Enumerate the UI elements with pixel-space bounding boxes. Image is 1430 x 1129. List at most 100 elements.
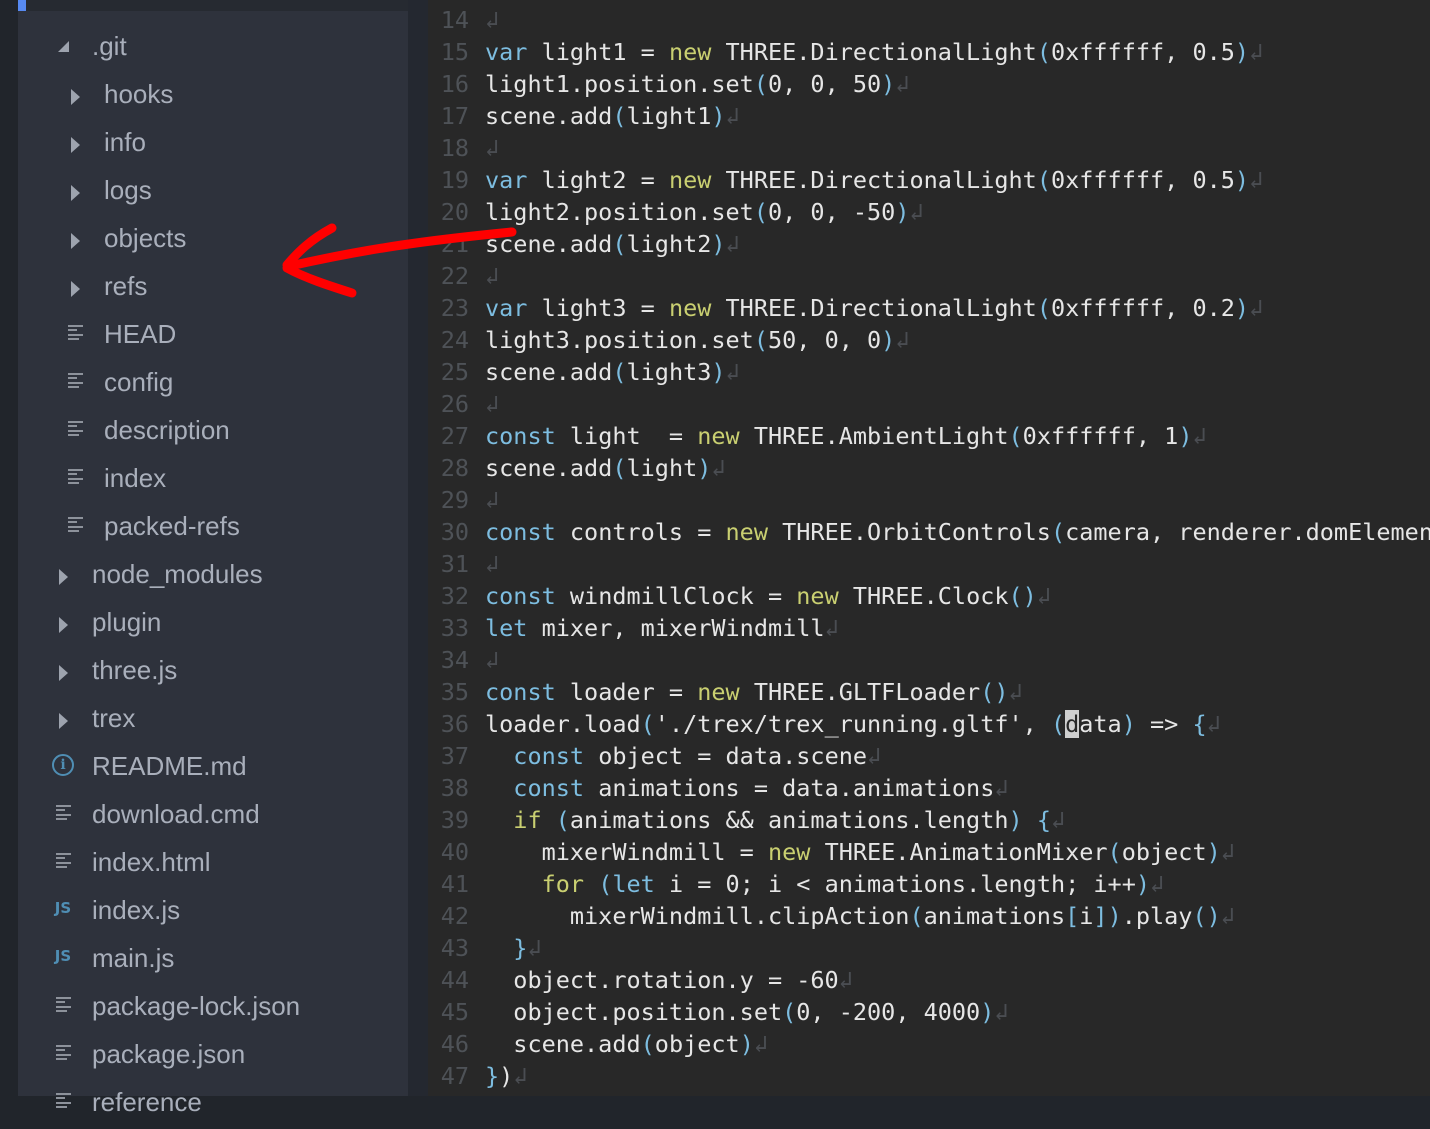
chevron-right-icon[interactable] [64, 121, 86, 169]
code-line[interactable]: 21 scene.add(light2)↲ [428, 228, 1430, 260]
code-token: light2 = [527, 166, 669, 194]
code-token: var [485, 294, 528, 322]
line-number: 30 [440, 518, 469, 546]
tree-item-config[interactable]: config [18, 361, 408, 409]
code-line[interactable]: 17 scene.add(light1)↲ [428, 100, 1430, 132]
code-line[interactable]: 39 if (animations && animations.length) … [428, 804, 1430, 836]
sidebar-divider[interactable] [408, 0, 428, 1096]
end-of-line-icon: ↲ [1050, 806, 1066, 834]
code-token: ) [881, 70, 896, 98]
code-line[interactable]: 25 scene.add(light3)↲ [428, 356, 1430, 388]
code-text: mixerWindmill.clipAction(animations[i]).… [485, 900, 1235, 932]
end-of-line-icon: ↲ [1249, 38, 1264, 66]
code-line[interactable]: 29 ↲ [428, 484, 1430, 516]
code-line[interactable]: 42 mixerWindmill.clipAction(animations[i… [428, 900, 1430, 932]
code-line[interactable]: 24 light3.position.set(50, 0, 0)↲ [428, 324, 1430, 356]
line-number: 26 [440, 390, 469, 418]
tree-item-plugin[interactable]: plugin [18, 601, 408, 649]
tree-item-label: index [104, 463, 167, 493]
code-editor[interactable]: 14 ↲ 15 var light1 = new THREE.DirectionalL… [428, 0, 1430, 1096]
code-line[interactable]: 36 loader.load('./trex/trex_running.gltf'… [428, 708, 1430, 740]
code-line[interactable]: 14 ↲ [428, 4, 1430, 36]
tree-item-info[interactable]: info [18, 121, 408, 169]
line-number: 16 [440, 70, 469, 98]
code-line[interactable]: 16 light1.position.set(0, 0, 50)↲ [428, 68, 1430, 100]
code-text: scene.add(light)↲ [485, 452, 726, 484]
tree-item-package-lock-json[interactable]: package-lock.json [18, 985, 408, 1033]
chevron-down-icon[interactable] [52, 25, 74, 73]
tree-item-package-json[interactable]: package.json [18, 1033, 408, 1081]
code-line[interactable]: 43 }↲ [428, 932, 1430, 964]
code-token: ( [598, 870, 613, 898]
code-line[interactable]: 44 object.rotation.y = -60↲ [428, 964, 1430, 996]
tree-item-description[interactable]: description [18, 409, 408, 457]
code-line[interactable]: 31 ↲ [428, 548, 1430, 580]
tree-item-three-js[interactable]: three.js [18, 649, 408, 697]
code-token: mixerWindmill.clipAction [485, 902, 910, 930]
code-line[interactable]: 40 mixerWindmill = new THREE.AnimationMi… [428, 836, 1430, 868]
code-token: ) [1107, 902, 1122, 930]
code-token: windmillClock = [555, 582, 797, 610]
code-token: new [725, 518, 768, 546]
tree-item-git[interactable]: .git [18, 25, 408, 73]
chevron-right-icon[interactable] [52, 553, 74, 601]
tree-item-label: HEAD [104, 319, 177, 349]
code-line[interactable]: 22 ↲ [428, 260, 1430, 292]
tree-item-main-js[interactable]: JS main.js [18, 937, 408, 985]
code-text: scene.add(light1)↲ [485, 100, 740, 132]
tree-item-hooks[interactable]: hooks [18, 73, 408, 121]
code-line[interactable]: 47})↲ [428, 1060, 1430, 1092]
line-number: 43 [440, 934, 469, 962]
tree-item-packed-refs[interactable]: packed-refs [18, 505, 408, 553]
code-line[interactable]: 15 var light1 = new THREE.DirectionalLigh… [428, 36, 1430, 68]
chevron-right-icon[interactable] [52, 697, 74, 745]
code-line[interactable]: 35 const loader = new THREE.GLTFLoader()↲ [428, 676, 1430, 708]
code-line[interactable]: 41 for (let i = 0; i < animations.length… [428, 868, 1430, 900]
code-line[interactable]: 20 light2.position.set(0, 0, -50)↲ [428, 196, 1430, 228]
code-line[interactable]: 37 const object = data.scene↲ [428, 740, 1430, 772]
tree-item-index-html[interactable]: index.html [18, 841, 408, 889]
chevron-right-icon[interactable] [64, 169, 86, 217]
code-text: loader.load('./trex/trex_running.gltf', … [485, 708, 1221, 740]
tree-item-label: main.js [92, 943, 175, 973]
tree-item-node-modules[interactable]: node_modules [18, 553, 408, 601]
end-of-line-icon: ↲ [1220, 902, 1235, 930]
tree-item-reference[interactable]: reference [18, 1081, 408, 1129]
chevron-right-icon[interactable] [64, 217, 86, 265]
code-token: light3 = [527, 294, 669, 322]
tree-item-refs[interactable]: refs [18, 265, 408, 313]
tree-item-index-js[interactable]: JS index.js [18, 889, 408, 937]
line-number: 42 [440, 902, 469, 930]
tree-item-objects[interactable]: objects [18, 217, 408, 265]
code-text: scene.add(light2)↲ [485, 228, 740, 260]
code-line[interactable]: 38 const animations = data.animations↲ [428, 772, 1430, 804]
code-line[interactable]: 32 const windmillClock = new THREE.Clock(… [428, 580, 1430, 612]
code-token: } [513, 934, 528, 962]
code-token: THREE.DirectionalLight [711, 166, 1037, 194]
code-line[interactable]: 33 let mixer, mixerWindmill↲ [428, 612, 1430, 644]
code-text: ↲ [485, 644, 499, 676]
chevron-right-icon[interactable] [64, 73, 86, 121]
code-token: light = [555, 422, 698, 450]
chevron-right-icon[interactable] [52, 649, 74, 697]
code-line[interactable]: 19 var light2 = new THREE.DirectionalLigh… [428, 164, 1430, 196]
code-line[interactable]: 26 ↲ [428, 388, 1430, 420]
code-line[interactable]: 46 scene.add(object)↲ [428, 1028, 1430, 1060]
tree-item-download-cmd[interactable]: download.cmd [18, 793, 408, 841]
code-token: ] [1093, 902, 1108, 930]
tree-item-readme-md[interactable]: i README.md [18, 745, 408, 793]
code-line[interactable]: 18 ↲ [428, 132, 1430, 164]
tree-item-trex[interactable]: trex [18, 697, 408, 745]
tree-item-head[interactable]: HEAD [18, 313, 408, 361]
code-line[interactable]: 23 var light3 = new THREE.DirectionalLigh… [428, 292, 1430, 324]
code-line[interactable]: 28 scene.add(light)↲ [428, 452, 1430, 484]
tree-item-logs[interactable]: logs [18, 169, 408, 217]
tree-item-index[interactable]: index [18, 457, 408, 505]
chevron-right-icon[interactable] [64, 265, 86, 313]
code-line[interactable]: 30 const controls = new THREE.OrbitContro… [428, 516, 1430, 548]
chevron-right-icon[interactable] [52, 601, 74, 649]
code-line[interactable]: 45 object.position.set(0, -200, 4000)↲ [428, 996, 1430, 1028]
code-line[interactable]: 27 const light = new THREE.AmbientLight(0… [428, 420, 1430, 452]
code-line[interactable]: 34 ↲ [428, 644, 1430, 676]
code-token: THREE.DirectionalLight [711, 294, 1037, 322]
